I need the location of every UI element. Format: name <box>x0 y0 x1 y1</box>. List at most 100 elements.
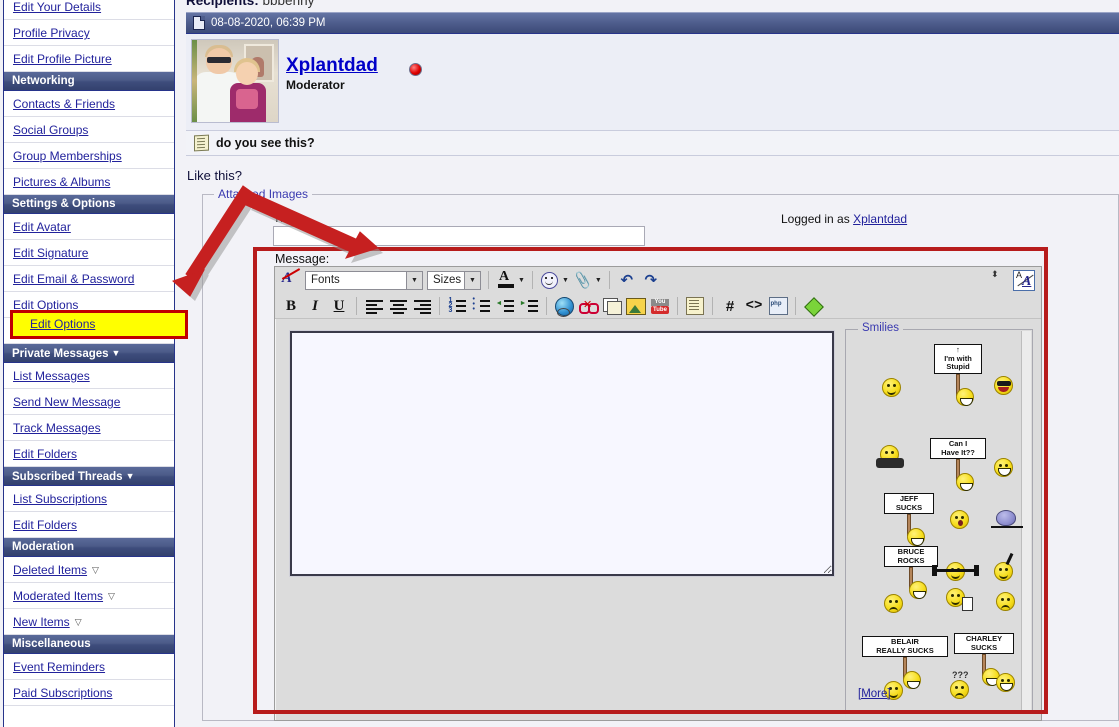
smiley-grit-teeth[interactable] <box>996 673 1015 692</box>
underline-button[interactable]: U <box>328 295 350 317</box>
italic-button[interactable]: I <box>304 295 326 317</box>
sidebar-item-edit-signature[interactable]: Edit Signature <box>4 240 174 266</box>
sidebar-item-list-subscriptions[interactable]: List Subscriptions <box>4 486 174 512</box>
smiley-bruce-rocks[interactable]: BRUCE ROCKS <box>884 546 938 599</box>
smiley-surprised[interactable] <box>950 510 969 529</box>
smilies-more-link[interactable]: [More] <box>858 688 891 700</box>
sidebar-item-label[interactable]: Event Reminders <box>13 660 105 674</box>
indent-button[interactable]: ► <box>518 295 540 317</box>
sidebar-item-moderated-items[interactable]: Moderated Items ▽ <box>4 583 174 609</box>
title-input[interactable] <box>273 226 645 246</box>
toggle-wysiwyg-icon[interactable]: AA <box>1013 270 1035 291</box>
insert-image-button[interactable] <box>625 295 647 317</box>
sidebar-header-private-messages[interactable]: Private Messages ▼ <box>4 344 174 363</box>
sidebar-item-label[interactable]: Deleted Items <box>13 563 87 577</box>
sidebar-item-track-messages[interactable]: Track Messages <box>4 415 174 441</box>
sidebar-item-label[interactable]: New Items <box>13 615 70 629</box>
sidebar-item-label[interactable]: Edit Profile Picture <box>13 52 112 66</box>
sidebar-item-label[interactable]: List Subscriptions <box>13 492 107 506</box>
align-right-button[interactable] <box>411 295 433 317</box>
chevron-down-icon[interactable]: ▼ <box>518 277 525 284</box>
smilies-scrollbar[interactable] <box>1021 331 1031 711</box>
gem-button[interactable] <box>802 295 824 317</box>
smiley-cool[interactable] <box>994 376 1013 395</box>
smiley-neutral[interactable] <box>882 378 901 397</box>
sidebar-item-label[interactable]: Moderated Items <box>13 589 103 603</box>
sidebar-item-deleted-items[interactable]: Deleted Items ▽ <box>4 557 174 583</box>
sidebar-item-event-reminders[interactable]: Event Reminders <box>4 654 174 680</box>
smiley-worship[interactable] <box>876 445 904 468</box>
unordered-list-button[interactable]: • • • <box>470 295 492 317</box>
align-center-button[interactable] <box>387 295 409 317</box>
chevron-down-icon[interactable]: ▼ <box>562 277 569 284</box>
sidebar-item-edit-profile-picture[interactable]: Edit Profile Picture <box>4 46 174 72</box>
sidebar-item-label[interactable]: Group Memberships <box>13 149 122 163</box>
smiley-frown[interactable] <box>884 594 903 613</box>
quote-button[interactable] <box>684 295 706 317</box>
sidebar-item-edit-your-details[interactable]: Edit Your Details <box>4 0 174 20</box>
sidebar-item-label[interactable]: Profile Privacy <box>13 26 90 40</box>
smiley-mad[interactable] <box>996 592 1015 611</box>
ordered-list-button[interactable]: 123 <box>446 295 468 317</box>
attachment-icon[interactable]: 📎 <box>572 269 594 291</box>
code-button[interactable]: <> <box>743 295 765 317</box>
sidebar-item-label[interactable]: List Messages <box>13 369 90 383</box>
sidebar-item-label[interactable]: Edit Avatar <box>13 220 71 234</box>
font-size-select[interactable]: Sizes ▼ <box>427 270 481 290</box>
sidebar-item-edit-folders[interactable]: Edit Folders <box>4 512 174 538</box>
remove-link-button[interactable]: ✕ <box>577 295 599 317</box>
smilies-icon[interactable] <box>539 269 561 291</box>
insert-email-button[interactable] <box>601 295 623 317</box>
smiley-confused[interactable]: ??? <box>950 670 969 699</box>
sidebar-item-label[interactable]: Send New Message <box>13 395 120 409</box>
wrap-lines-icon[interactable]: ⬍ <box>987 269 1007 289</box>
insert-link-button[interactable] <box>553 295 575 317</box>
sidebar-item-edit-folders[interactable]: Edit Folders <box>4 441 174 467</box>
sidebar-item-label[interactable]: Track Messages <box>13 421 101 435</box>
sidebar-item-label[interactable]: Paid Subscriptions <box>13 686 112 700</box>
font-color-icon[interactable]: A <box>495 269 517 291</box>
remove-formatting-icon[interactable]: A <box>280 268 302 291</box>
sidebar-item-social-groups[interactable]: Social Groups <box>4 117 174 143</box>
sidebar-item-label[interactable]: Social Groups <box>13 123 88 137</box>
smiley-jeff-sucks[interactable]: JEFF SUCKS <box>884 493 934 546</box>
smiley-big-grin[interactable] <box>994 458 1013 477</box>
sidebar-item-edit-email-password[interactable]: Edit Email & Password <box>4 266 174 292</box>
sidebar-item-label[interactable]: Edit Email & Password <box>13 272 134 286</box>
outdent-button[interactable]: ◄ <box>494 295 516 317</box>
sidebar-item-contacts-friends[interactable]: Contacts & Friends <box>4 91 174 117</box>
sidebar-item-label[interactable]: Edit Signature <box>13 246 88 260</box>
sidebar-item-label[interactable]: Edit Your Details <box>13 0 101 14</box>
sidebar-item-list-messages[interactable]: List Messages <box>4 363 174 389</box>
bold-button[interactable]: B <box>280 295 302 317</box>
insert-video-button[interactable]: You Tube <box>649 295 671 317</box>
php-button[interactable] <box>767 295 789 317</box>
smiley-splat[interactable] <box>991 510 1023 528</box>
sidebar-item-label[interactable]: Edit Folders <box>13 447 77 461</box>
annotation-highlight-edit-options[interactable]: Edit Options <box>10 310 188 339</box>
undo-icon[interactable]: ↶ <box>616 269 638 291</box>
post-username-link[interactable]: Xplantdad <box>286 55 378 77</box>
sidebar-item-pictures-albums[interactable]: Pictures & Albums <box>4 169 174 195</box>
font-family-select[interactable]: Fonts ▼ <box>305 270 423 290</box>
sidebar-item-label[interactable]: Edit Folders <box>13 518 77 532</box>
sidebar-item-send-new-message[interactable]: Send New Message <box>4 389 174 415</box>
sidebar-header-subscribed-threads[interactable]: Subscribed Threads ▼ <box>4 467 174 486</box>
sidebar-item-paid-subscriptions[interactable]: Paid Subscriptions <box>4 680 174 706</box>
smiley-drink[interactable] <box>946 588 973 611</box>
smiley-dumbbell[interactable] <box>932 562 979 581</box>
message-textarea[interactable] <box>290 331 834 576</box>
logged-in-username-link[interactable]: Xplantdad <box>853 212 907 226</box>
redo-icon[interactable]: ↷ <box>640 269 662 291</box>
chevron-down-icon[interactable]: ▼ <box>595 277 602 284</box>
sidebar-item-new-items[interactable]: New Items ▽ <box>4 609 174 635</box>
sidebar-item-group-memberships[interactable]: Group Memberships <box>4 143 174 169</box>
sidebar-item-profile-privacy[interactable]: Profile Privacy <box>4 20 174 46</box>
sidebar-item-edit-avatar[interactable]: Edit Avatar <box>4 214 174 240</box>
sidebar-item-label[interactable]: Pictures & Albums <box>13 175 110 189</box>
hash-button[interactable]: # <box>719 295 741 317</box>
smiley-im-with-stupid[interactable]: ↑ I'm with Stupid <box>934 344 982 406</box>
smiley-wave[interactable] <box>994 552 1014 581</box>
avatar[interactable] <box>191 39 279 123</box>
smiley-belair-really-sucks[interactable]: BELAIR REALLY SUCKS <box>862 636 948 689</box>
